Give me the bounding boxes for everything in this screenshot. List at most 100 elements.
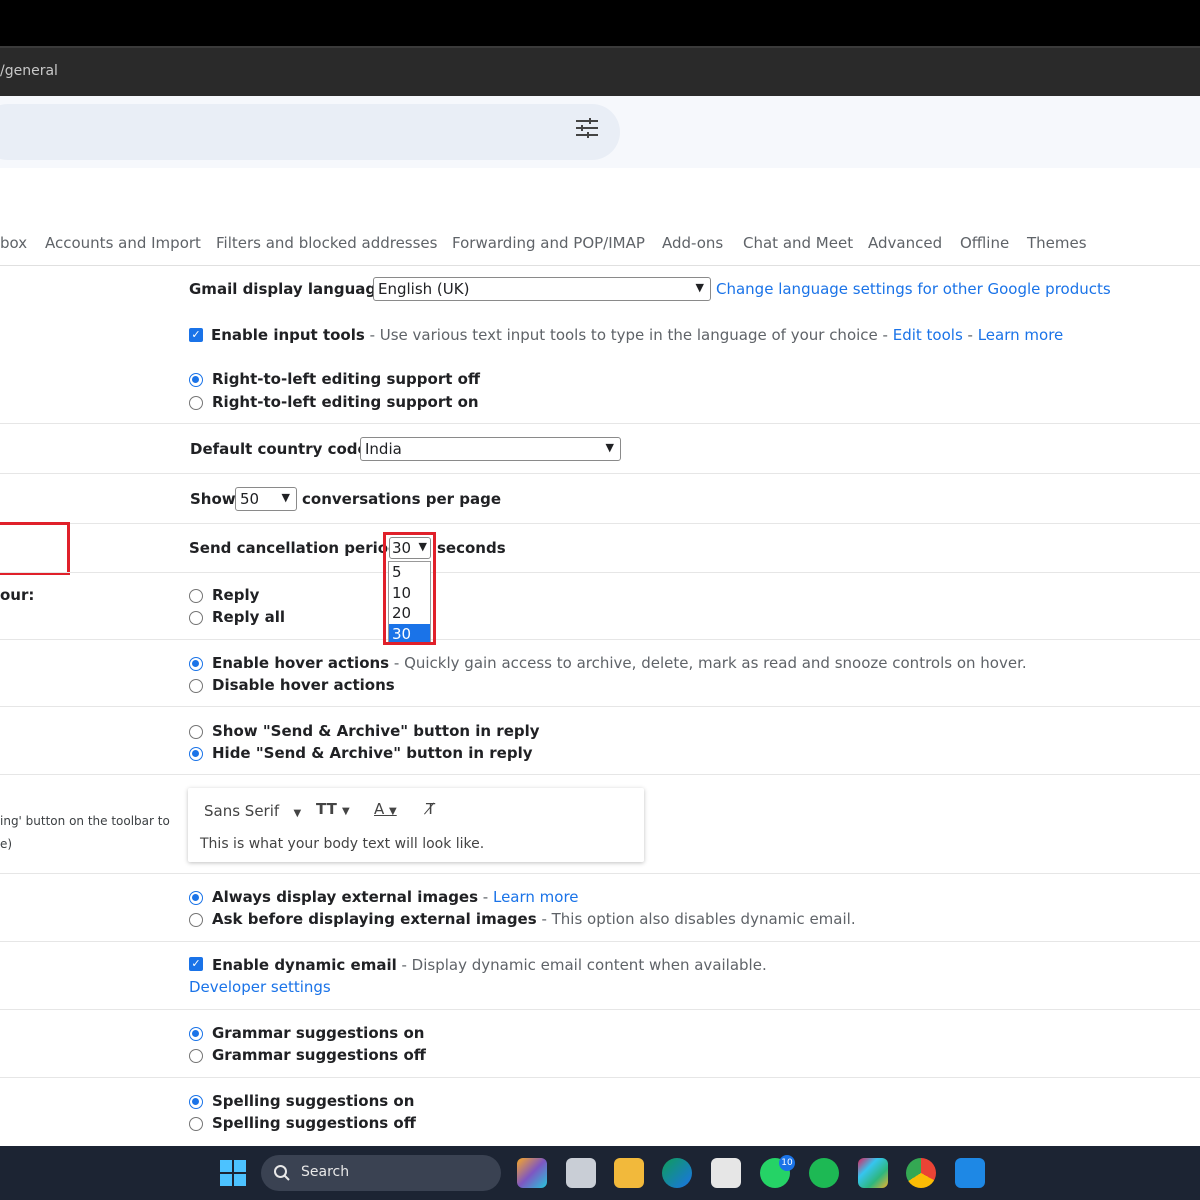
spotify-icon[interactable] — [809, 1158, 839, 1188]
show-send-archive-radio[interactable] — [189, 725, 203, 739]
divider — [0, 1009, 1200, 1010]
text-color-icon[interactable]: A ▼ — [374, 800, 397, 818]
chevron-down-icon: ▼ — [293, 808, 302, 819]
page-size-select[interactable]: 50 ▼ — [235, 487, 297, 511]
windows-start-icon[interactable] — [220, 1160, 246, 1186]
reply-all-radio[interactable] — [189, 611, 203, 625]
address-url[interactable]: /general — [0, 63, 58, 79]
country-code-value: India — [365, 440, 402, 458]
tab-forwarding[interactable]: Forwarding and POP/IMAP — [452, 234, 645, 252]
dynamic-email-checkbox[interactable]: ✓ — [189, 957, 203, 971]
divider — [0, 706, 1200, 707]
hover-disable-label: Disable hover actions — [212, 676, 395, 694]
divider — [0, 639, 1200, 640]
edit-tools-link[interactable]: Edit tools — [893, 326, 963, 344]
spelling-off-label: Spelling suggestions off — [212, 1114, 416, 1132]
language-value: English (UK) — [378, 280, 470, 298]
language-select[interactable]: English (UK) ▼ — [373, 277, 711, 301]
hover-enable-radio[interactable] — [189, 657, 203, 671]
text-style-editor: Sans Serif ▼ TT ▼ A ▼ T̸ This is what yo… — [188, 788, 644, 862]
highlight-box-dropdown — [383, 532, 436, 645]
hover-disable-radio[interactable] — [189, 679, 203, 693]
reply-behaviour-label: our: — [0, 586, 35, 604]
remove-formatting-icon[interactable]: T̸ — [426, 800, 435, 818]
dynamic-email-label: Enable dynamic email — [212, 956, 397, 974]
slack-icon[interactable] — [858, 1158, 888, 1188]
address-bar[interactable]: /general — [0, 46, 1200, 96]
copilot-icon[interactable] — [517, 1158, 547, 1188]
taskbar-search[interactable]: Search — [261, 1155, 501, 1191]
page-size-label: Show — [190, 490, 236, 508]
divider — [0, 523, 1200, 524]
tab-addons[interactable]: Add-ons — [662, 234, 723, 252]
font-family-select[interactable]: Sans Serif ▼ — [204, 802, 301, 820]
country-code-label: Default country code: — [190, 440, 374, 458]
browser-title-bar — [0, 0, 1200, 46]
grammar-on-label: Grammar suggestions on — [212, 1024, 425, 1042]
page-size-value: 50 — [240, 490, 260, 508]
tab-filters[interactable]: Filters and blocked addresses — [216, 234, 437, 252]
language-label: Gmail display language: — [189, 280, 393, 298]
search-icon — [274, 1165, 290, 1181]
font-size-icon[interactable]: TT ▼ — [316, 800, 350, 818]
font-family-value: Sans Serif — [204, 802, 280, 820]
hide-send-archive-radio[interactable] — [189, 747, 203, 761]
spelling-off-radio[interactable] — [189, 1117, 203, 1131]
edge-icon[interactable] — [662, 1158, 692, 1188]
hover-enable-label: Enable hover actions — [212, 654, 390, 672]
text-style-help-line2: e) — [0, 837, 13, 851]
input-tools-desc: - Use various text input tools to type i… — [364, 326, 893, 344]
hide-send-archive-label: Hide "Send & Archive" button in reply — [212, 744, 533, 762]
images-learn-more-link[interactable]: Learn more — [493, 888, 579, 906]
grammar-off-radio[interactable] — [189, 1049, 203, 1063]
divider — [0, 572, 1200, 573]
change-language-link[interactable]: Change language settings for other Googl… — [716, 280, 1111, 298]
developer-settings-link[interactable]: Developer settings — [189, 978, 331, 996]
ask-images-radio[interactable] — [189, 913, 203, 927]
tab-inbox[interactable]: box — [0, 234, 27, 252]
hover-enable-row: Enable hover actions - Quickly gain acce… — [212, 654, 1027, 672]
tab-themes[interactable]: Themes — [1027, 234, 1087, 252]
country-code-select[interactable]: India ▼ — [360, 437, 621, 461]
text-style-help-line1: ing' button on the toolbar to — [0, 814, 170, 828]
vscode-icon[interactable] — [955, 1158, 985, 1188]
input-tools-learn-more-link[interactable]: Learn more — [978, 326, 1064, 344]
always-display-images-radio[interactable] — [189, 891, 203, 905]
highlight-box-left — [0, 522, 70, 575]
page-size-suffix: conversations per page — [302, 490, 502, 508]
divider — [0, 941, 1200, 942]
always-display-images-row: Always display external images - Learn m… — [212, 888, 579, 906]
undo-send-suffix: seconds — [437, 539, 506, 557]
undo-send-label: Send cancellation period: — [189, 539, 405, 557]
settings-tabs: box Accounts and Import Filters and bloc… — [0, 226, 1200, 266]
chevron-down-icon: ▼ — [605, 441, 614, 454]
reply-radio[interactable] — [189, 589, 203, 603]
reply-all-label: Reply all — [212, 608, 286, 626]
tab-chat-meet[interactable]: Chat and Meet — [743, 234, 853, 252]
ask-images-desc: - This option also disables dynamic emai… — [536, 910, 856, 928]
tab-advanced[interactable]: Advanced — [868, 234, 942, 252]
tab-offline[interactable]: Offline — [960, 234, 1009, 252]
store-icon[interactable] — [711, 1158, 741, 1188]
rtl-off-label: Right-to-left editing support off — [212, 370, 481, 388]
search-options-icon[interactable] — [574, 117, 600, 139]
chevron-down-icon: ▼ — [281, 491, 290, 504]
input-tools-checkbox[interactable]: ✓ — [189, 328, 203, 342]
tab-accounts-import[interactable]: Accounts and Import — [45, 234, 201, 252]
gmail-header — [0, 96, 1200, 168]
divider — [0, 873, 1200, 874]
grammar-on-radio[interactable] — [189, 1027, 203, 1041]
hover-enable-desc: - Quickly gain access to archive, delete… — [389, 654, 1027, 672]
spelling-on-radio[interactable] — [189, 1095, 203, 1109]
search-input[interactable] — [0, 104, 620, 160]
chevron-down-icon: ▼ — [695, 281, 704, 294]
images-sep: - — [478, 888, 493, 906]
task-view-icon[interactable] — [566, 1158, 596, 1188]
show-send-archive-label: Show "Send & Archive" button in reply — [212, 722, 540, 740]
rtl-off-radio[interactable] — [189, 373, 203, 387]
divider — [0, 423, 1200, 424]
rtl-on-radio[interactable] — [189, 396, 203, 410]
file-explorer-icon[interactable] — [614, 1158, 644, 1188]
chrome-icon[interactable] — [906, 1158, 936, 1188]
spelling-on-label: Spelling suggestions on — [212, 1092, 415, 1110]
